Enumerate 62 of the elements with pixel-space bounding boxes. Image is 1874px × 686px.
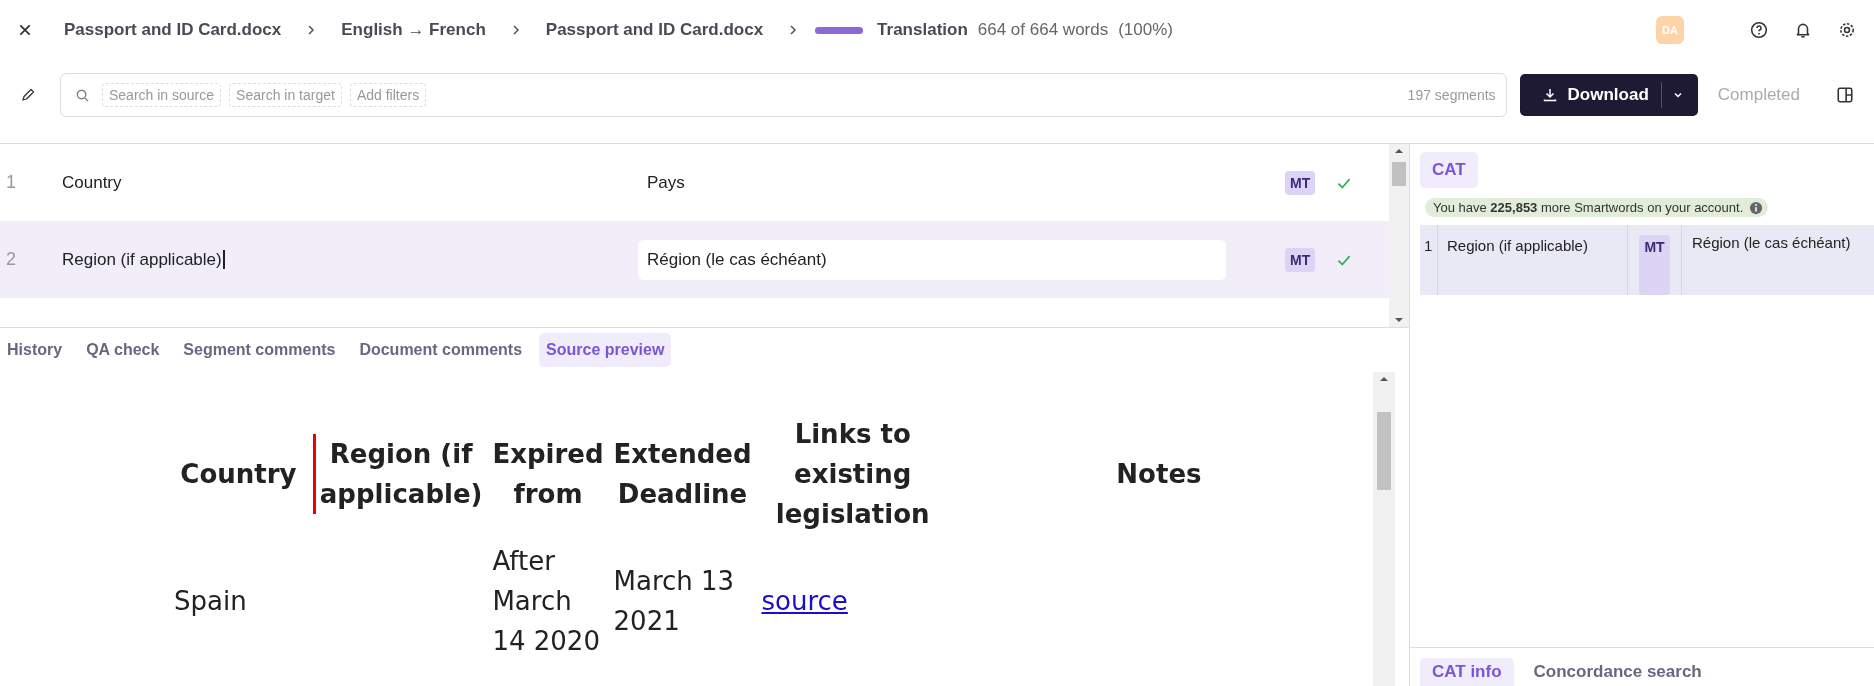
mt-badge: MT [1285, 247, 1316, 272]
chevron-right-icon [307, 24, 316, 36]
table-header: Extended Deadline [613, 439, 752, 509]
cat-tab[interactable]: CAT [1420, 152, 1478, 188]
segment-count: 197 segments [1407, 87, 1496, 103]
search-icon [75, 87, 90, 103]
breadcrumb-link[interactable]: Passport and ID Card.docx [545, 20, 764, 40]
download-icon [1541, 87, 1558, 103]
bell-icon[interactable] [1794, 21, 1812, 39]
segment-row[interactable]: 2 Region (if applicable) Région (le cas échéant) MT [0, 221, 1389, 298]
cat-tab[interactable]: CAT info [1420, 658, 1514, 686]
pencil-icon[interactable] [20, 87, 36, 103]
panel-tab[interactable]: Document comments [352, 333, 530, 367]
source-text: Country [62, 172, 122, 192]
filter-chip[interactable]: Search in source [102, 83, 222, 107]
settings-icon[interactable] [1838, 21, 1856, 39]
table-header: Region (if applicable) [312, 434, 483, 514]
stage-label: Translation [877, 20, 968, 40]
panel-tab[interactable]: QA check [79, 333, 167, 367]
result-source: Region (if applicable) [1447, 237, 1588, 254]
cat-result-row[interactable]: 1 Region (if applicable) MT Région (le cas échéant) [1420, 225, 1874, 295]
chevron-right-icon [511, 24, 520, 36]
target-text[interactable]: Pays [647, 163, 685, 202]
word-count: 664 of 664 words [977, 20, 1109, 40]
download-button[interactable]: Download [1519, 74, 1698, 116]
target-text[interactable]: Région (le cas échéant) [638, 239, 1226, 280]
cat-tab[interactable]: Concordance search [1521, 658, 1714, 686]
mt-badge: MT [1639, 235, 1670, 295]
breadcrumb-link[interactable]: English → French [341, 20, 486, 40]
banner-text: You have 225,853 more Smartwords on your account. [1433, 200, 1744, 215]
chevron-right-icon [789, 24, 798, 36]
table-cell: Spain [174, 586, 247, 616]
result-target: Région (le cas échéant) [1692, 234, 1851, 251]
table-header: Expired from [492, 439, 604, 509]
filter-chip[interactable]: Search in target [229, 83, 342, 107]
percent-label: (100%) [1118, 20, 1173, 40]
mt-badge: MT [1285, 170, 1316, 195]
table-cell: After March 14 2020 [492, 546, 600, 656]
close-icon[interactable] [18, 23, 32, 37]
table-header: Links to existing legislation [775, 419, 930, 529]
segment-number: 1 [5, 172, 17, 193]
scrollbar[interactable] [1373, 372, 1395, 686]
source-text: Region (if applicable) [62, 249, 225, 269]
table-header: Country [180, 459, 297, 489]
source-link[interactable]: source [761, 586, 848, 616]
table-header: Notes [1116, 459, 1202, 489]
info-icon[interactable] [1749, 200, 1764, 215]
scrollbar[interactable] [1389, 144, 1409, 327]
filter-chip[interactable]: Add filters [349, 83, 427, 107]
help-icon[interactable] [1750, 21, 1768, 39]
download-label: Download [1567, 85, 1649, 105]
panel-tab[interactable]: Segment comments [176, 333, 343, 367]
breadcrumb-link[interactable]: Passport and ID Card.docx [64, 20, 282, 40]
result-number: 1 [1420, 225, 1438, 295]
layout-icon[interactable] [1836, 86, 1854, 104]
segment-row[interactable]: 1 Country Pays MT [0, 144, 1389, 221]
panel-tab[interactable]: History [0, 333, 70, 367]
segment-number: 2 [5, 249, 17, 270]
search-field[interactable]: Search in source Search in target Add filters 197 segments [60, 73, 1507, 117]
table-cell: March 13 2021 [613, 566, 735, 636]
panel-tab[interactable]: Source preview [539, 333, 672, 367]
status-label: Completed [1717, 85, 1800, 105]
